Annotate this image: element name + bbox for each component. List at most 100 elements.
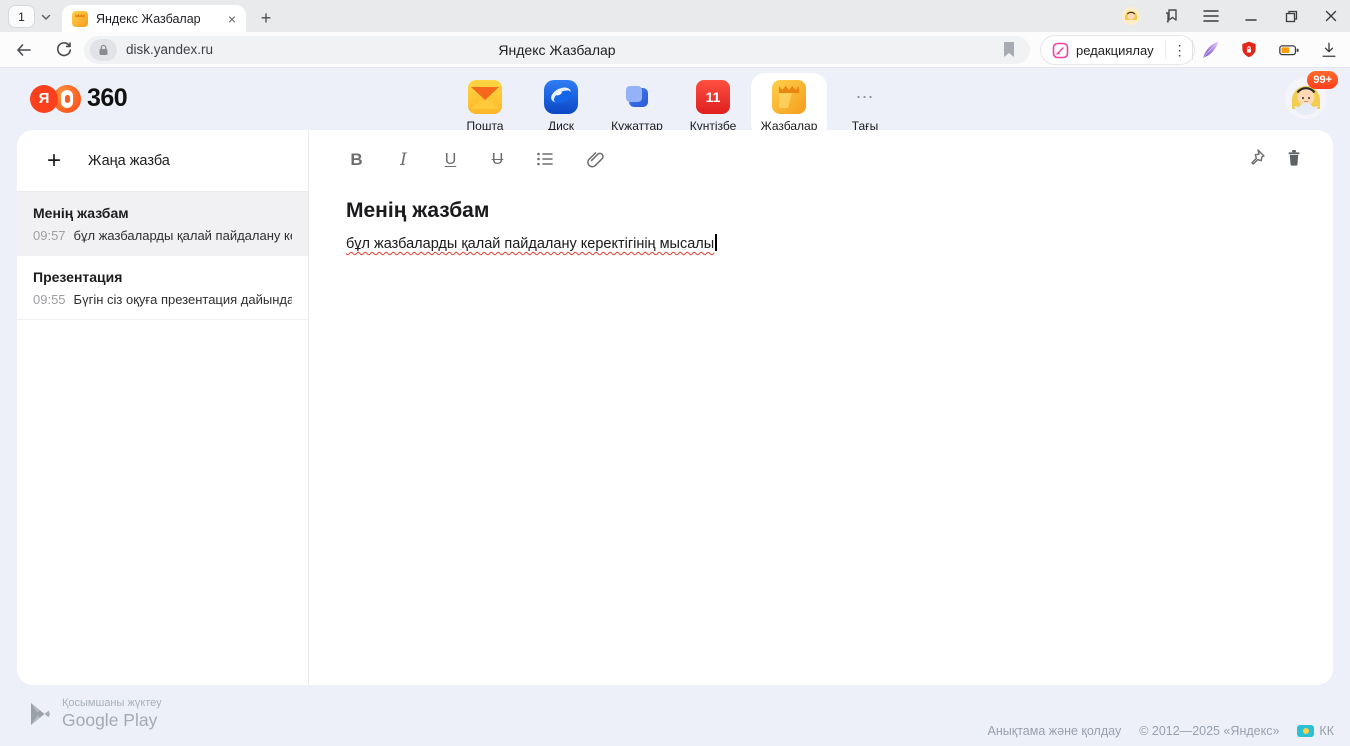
browser-address-bar: disk.yandex.ru Яндекс Жазбалар редакциял… xyxy=(0,32,1350,68)
mail-icon xyxy=(468,80,502,114)
yandex-logo-icon: Я xyxy=(30,85,58,113)
google-play-caption: Қосымшаны жүктеу xyxy=(62,697,162,709)
tab-list-chevron-button[interactable] xyxy=(35,5,57,28)
google-play-label: Google Play xyxy=(62,710,162,731)
tab-count: 1 xyxy=(18,10,25,24)
browser-menu-button[interactable] xyxy=(1202,7,1220,25)
new-note-label: Жаңа жазба xyxy=(88,153,170,169)
collections-icon xyxy=(1162,7,1180,25)
notes-favicon-icon xyxy=(72,11,88,27)
language-switcher[interactable]: КК xyxy=(1297,724,1334,738)
new-tab-button[interactable]: + xyxy=(252,5,280,32)
minimize-icon xyxy=(1244,9,1258,23)
battery-icon xyxy=(1277,39,1301,61)
window-restore-button[interactable] xyxy=(1282,7,1300,25)
calendar-day: 11 xyxy=(706,89,721,105)
account-avatar[interactable]: 99+ xyxy=(1284,76,1328,120)
app-documents[interactable]: Құжаттар xyxy=(599,73,675,138)
note-body-text: бұл жазбаларды қалай пайдалану керектігі… xyxy=(346,236,714,252)
page-title: Яндекс Жазбалар xyxy=(84,36,1030,64)
window-minimize-button[interactable] xyxy=(1242,7,1260,25)
notes-icon xyxy=(772,80,806,114)
edit-options-button[interactable]: ⋮ xyxy=(1166,42,1194,59)
browser-avatar-button[interactable] xyxy=(1122,7,1140,25)
downloads-button[interactable] xyxy=(1317,38,1341,62)
hamburger-menu-icon xyxy=(1203,9,1219,23)
plus-icon: + xyxy=(47,151,61,171)
app-more[interactable]: ⋯ Тағы xyxy=(827,73,903,138)
note-item-meta: 09:57 бұл жазбаларды қалай пайдалану ке.… xyxy=(33,228,292,243)
note-actions xyxy=(1245,147,1305,169)
app-disk[interactable]: Диск xyxy=(523,73,599,138)
bullet-list-icon xyxy=(534,148,556,170)
note-item-meta: 09:55 Бүгін сіз оқуға презентация дайынд… xyxy=(33,292,292,307)
text-caret xyxy=(715,234,717,251)
tabbar-right-icons xyxy=(1122,0,1340,32)
pin-note-button[interactable] xyxy=(1245,147,1267,169)
bookmark-button[interactable] xyxy=(1002,41,1020,59)
strikethrough-button[interactable]: U xyxy=(487,151,508,169)
delete-note-button[interactable] xyxy=(1283,147,1305,169)
chevron-down-icon xyxy=(40,11,52,23)
note-item-title: Презентация xyxy=(33,269,292,285)
notes-sidebar: + Жаңа жазба Менің жазбам 09:57 бұл жазб… xyxy=(17,130,309,685)
more-icon: ⋯ xyxy=(848,80,882,114)
edit-mode-label: редакциялау xyxy=(1076,43,1154,58)
note-editor: B I U U xyxy=(309,130,1333,685)
bold-button[interactable]: B xyxy=(346,150,367,170)
google-play-icon xyxy=(28,701,52,727)
note-item-title: Менің жазбам xyxy=(33,205,292,221)
documents-icon xyxy=(620,80,654,114)
browser-tab[interactable]: Яндекс Жазбалар × xyxy=(62,5,246,32)
workspace: + Жаңа жазба Менің жазбам 09:57 бұл жазб… xyxy=(0,130,1350,685)
app-mail[interactable]: Пошта xyxy=(447,73,523,138)
tab-close-button[interactable]: × xyxy=(228,12,236,26)
language-code: КК xyxy=(1319,724,1334,738)
user-avatar-icon xyxy=(1122,7,1140,25)
underline-button[interactable]: U xyxy=(440,151,461,169)
help-link[interactable]: Анықтама және қолдау xyxy=(988,724,1122,738)
italic-button[interactable]: I xyxy=(393,150,414,170)
back-button[interactable] xyxy=(12,38,36,62)
note-list-item[interactable]: Презентация 09:55 Бүгін сіз оқуға презен… xyxy=(17,256,308,320)
tab-counter-group: 1 xyxy=(8,5,57,28)
logo-360-text: 360 xyxy=(87,84,127,113)
google-play-link[interactable]: Қосымшаны жүктеу Google Play xyxy=(28,697,162,731)
note-body[interactable]: бұл жазбаларды қалай пайдалану керектігі… xyxy=(346,234,1333,252)
edit-pencil-icon xyxy=(1052,42,1069,59)
new-note-button[interactable]: + Жаңа жазба xyxy=(17,130,308,192)
tab-title: Яндекс Жазбалар xyxy=(96,12,220,26)
tab-counter-button[interactable]: 1 xyxy=(8,5,35,28)
feather-icon xyxy=(1199,39,1221,61)
collections-button[interactable] xyxy=(1162,7,1180,25)
shield-lock-icon xyxy=(1239,39,1259,61)
alice-assistant-button[interactable] xyxy=(1198,38,1222,62)
service-header: Я 360 Пошта xyxy=(0,68,1350,130)
note-item-preview: бұл жазбаларды қалай пайдалану ке... xyxy=(74,228,292,243)
reload-button[interactable] xyxy=(52,38,76,62)
edit-mode-button[interactable]: редакциялау xyxy=(1041,42,1165,59)
note-item-time: 09:57 xyxy=(33,228,66,243)
calendar-icon: 11 xyxy=(696,80,730,114)
browser-tab-bar: 1 Яндекс Жазбалар × + xyxy=(0,0,1350,32)
bullet-list-button[interactable] xyxy=(534,148,558,172)
kazakhstan-flag-icon xyxy=(1297,725,1314,737)
battery-indicator[interactable] xyxy=(1277,38,1301,62)
edit-mode-pill: редакциялау ⋮ xyxy=(1040,35,1195,65)
app-calendar[interactable]: 11 Күнтізбе xyxy=(675,73,751,138)
protect-button[interactable] xyxy=(1237,38,1261,62)
footer-right: Анықтама және қолдау © 2012—2025 «Яндекс… xyxy=(988,724,1334,738)
trash-icon xyxy=(1283,147,1305,169)
window-close-button[interactable] xyxy=(1322,7,1340,25)
note-list-item[interactable]: Менің жазбам 09:57 бұл жазбаларды қалай … xyxy=(17,192,308,256)
app-notes[interactable]: Жазбалар xyxy=(751,73,827,138)
note-item-time: 09:55 xyxy=(33,292,66,307)
attach-file-button[interactable] xyxy=(584,148,608,172)
pin-icon xyxy=(1245,147,1267,169)
close-icon xyxy=(1324,9,1338,23)
note-title[interactable]: Менің жазбам xyxy=(346,199,1333,223)
notes-card: + Жаңа жазба Менің жазбам 09:57 бұл жазб… xyxy=(17,130,1333,685)
yandex-360-logo[interactable]: Я 360 xyxy=(30,84,127,113)
url-field[interactable]: disk.yandex.ru Яндекс Жазбалар xyxy=(84,36,1030,64)
back-arrow-icon xyxy=(14,41,34,59)
